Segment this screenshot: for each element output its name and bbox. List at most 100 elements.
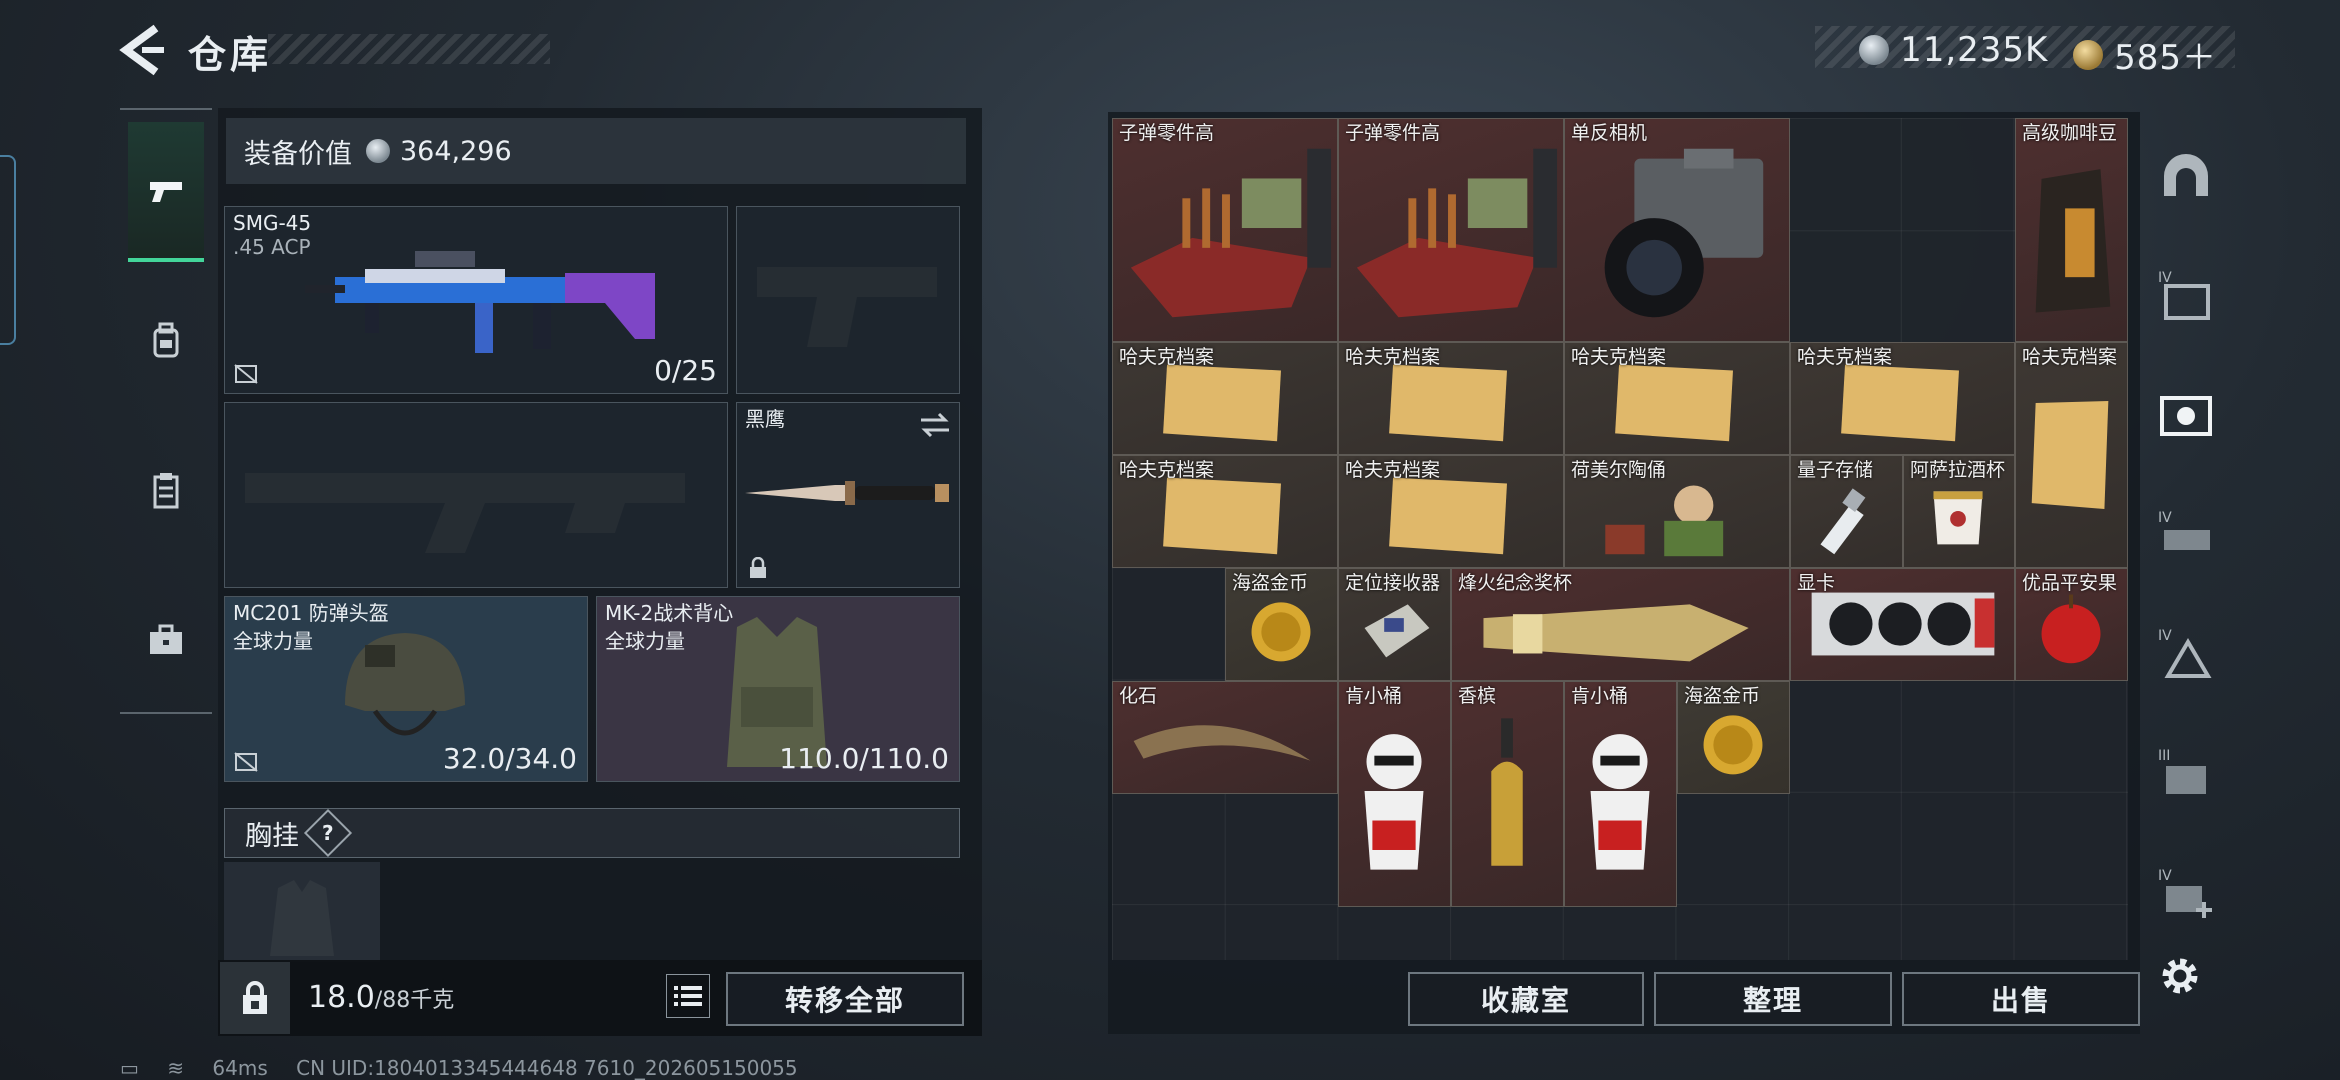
folder-iv-icon[interactable]: IV [2154, 264, 2218, 328]
helmet-slot[interactable]: MC201 防弹头盔 全球力量 32.0/34.0 [224, 596, 588, 782]
tab-case[interactable] [128, 570, 204, 710]
primary-weapon-slot[interactable]: SMG-45 .45 ACP 0/25 [224, 206, 728, 394]
item-label: 哈夫克档案 [1797, 346, 1893, 368]
melee-slot[interactable]: 黑鹰 [736, 402, 960, 588]
secondary-weapon-slot[interactable] [224, 402, 728, 588]
item-label: 阿萨拉酒杯 [1910, 459, 2006, 481]
tab-armor[interactable] [128, 270, 204, 410]
sort-button[interactable]: 整理 [1654, 972, 1892, 1026]
transfer-all-button[interactable]: 转移全部 [726, 972, 964, 1026]
item-label: 子弹零件高 [1119, 122, 1215, 144]
box-iii-icon[interactable]: III [2154, 742, 2218, 806]
storage-item[interactable]: 子弹零件高 [1112, 118, 1338, 342]
storage-item[interactable]: 哈夫克档案 [1338, 342, 1564, 455]
storage-item[interactable]: 哈夫克档案 [1112, 342, 1338, 455]
side-drawer-handle[interactable] [0, 155, 16, 345]
lock-icon [750, 557, 766, 578]
storage-item[interactable]: 哈夫克档案 [1564, 342, 1790, 455]
storage-item[interactable]: 显卡 [1790, 568, 2015, 681]
gold-coin-icon [2073, 39, 2103, 70]
storage-item[interactable]: 哈夫克档案 [2015, 342, 2128, 568]
pistol-placeholder-icon [757, 267, 937, 347]
settings-gear-icon[interactable] [2156, 952, 2204, 1000]
item-label: 子弹零件高 [1345, 122, 1441, 144]
storage-item[interactable]: 哈夫克档案 [1790, 342, 2015, 455]
gold-currency-button[interactable]: 585＋ [2073, 30, 2217, 79]
storage-item[interactable]: 量子存储 [1790, 455, 1903, 568]
document-folder-image [2031, 400, 2109, 510]
weapon-ammo-count: 0/25 [654, 354, 717, 387]
item-label: 肯小桶 [1571, 685, 1629, 707]
storage-item[interactable]: 烽火纪念奖杯 [1451, 568, 1790, 681]
chest-rig-slot[interactable] [224, 862, 380, 962]
helmet-brand: 全球力量 [233, 629, 313, 653]
back-arrow-icon [119, 24, 164, 76]
arch-icon[interactable] [2154, 146, 2218, 210]
storage-item[interactable]: 荷美尔陶俑 [1564, 455, 1790, 568]
item-label: 定位接收器 [1345, 572, 1441, 594]
vest-brand: 全球力量 [605, 629, 685, 653]
item-label: 香槟 [1458, 685, 1497, 707]
tab-rig[interactable] [128, 420, 204, 560]
tab-weapons[interactable] [128, 122, 204, 262]
collection-room-button[interactable]: 收藏室 [1408, 972, 1644, 1026]
item-label: 哈夫克档案 [1345, 346, 1441, 368]
storage-item[interactable]: 哈夫克档案 [1338, 455, 1564, 568]
vest-name: MK-2战术背心 [605, 601, 734, 625]
svg-text:IV: IV [2158, 510, 2172, 526]
storage-item[interactable]: 阿萨拉酒杯 [1903, 455, 2015, 568]
warning-iv-icon[interactable]: IV [2154, 622, 2218, 686]
storage-item[interactable]: 香槟 [1451, 681, 1564, 907]
silver-currency: 11,235K [1900, 30, 2049, 70]
storage-item[interactable]: 哈夫克档案 [1112, 455, 1338, 568]
melee-name: 黑鹰 [745, 407, 785, 431]
storage-item[interactable]: 子弹零件高 [1338, 118, 1564, 342]
item-label: 化石 [1119, 685, 1158, 707]
vest-slot[interactable]: MK-2战术背心 全球力量 110.0/110.0 [596, 596, 960, 782]
briefcase-icon [150, 624, 182, 654]
weapon-ammo-type: .45 ACP [233, 235, 311, 259]
storage-item[interactable]: 化石 [1112, 681, 1338, 794]
item-label: 哈夫克档案 [1345, 459, 1441, 481]
item-label: 哈夫克档案 [1571, 346, 1667, 368]
pistol-slot[interactable] [736, 206, 960, 394]
title-decoration [268, 34, 550, 64]
currency-bar: 11,235K 585＋ [1815, 26, 2235, 78]
storage-item[interactable]: 优品平安果 [2015, 568, 2128, 681]
list-view-button[interactable] [666, 974, 710, 1018]
swap-icon[interactable] [919, 411, 951, 439]
storage-tab-rail: IV IV IV III IV [2146, 118, 2226, 960]
storage-item[interactable]: 海盗金币 [1225, 568, 1338, 681]
backpack-icon [153, 322, 179, 358]
medkit-iv-icon[interactable]: IV [2154, 862, 2218, 926]
camera-image [1604, 148, 1764, 318]
bucket-figure-image [1364, 734, 1424, 870]
item-label: 量子存储 [1797, 459, 1874, 481]
page-title: 仓库 [188, 33, 273, 77]
storage-item[interactable]: 肯小桶 [1338, 681, 1451, 907]
help-icon[interactable]: ? [303, 808, 353, 858]
svg-text:IV: IV [2158, 628, 2172, 644]
item-label: 优品平安果 [2022, 572, 2118, 594]
camera-box-icon[interactable] [2154, 384, 2218, 448]
svg-text:IV: IV [2158, 868, 2172, 884]
bag-lock-button[interactable] [220, 962, 290, 1034]
item-label: 烽火纪念奖杯 [1458, 572, 1573, 594]
sell-button[interactable]: 出售 [1902, 972, 2140, 1026]
storage-item[interactable]: 单反相机 [1564, 118, 1790, 342]
silver-coin-icon [1859, 35, 1889, 65]
vehicle-iv-icon[interactable]: IV [2154, 504, 2218, 568]
storage-item[interactable]: 高级咖啡豆 [2015, 118, 2128, 342]
item-label: 哈夫克档案 [1119, 459, 1215, 481]
storage-item[interactable]: 定位接收器 [1338, 568, 1451, 681]
item-label: 海盗金币 [1232, 572, 1309, 594]
storage-item[interactable]: 海盗金币 [1677, 681, 1790, 794]
weapon-name: SMG-45 [233, 211, 312, 235]
storage-item[interactable]: 肯小桶 [1564, 681, 1677, 907]
item-label: 肯小桶 [1345, 685, 1403, 707]
lock-icon [243, 981, 267, 1014]
item-label: 哈夫克档案 [1119, 346, 1215, 368]
no-insurance-icon [234, 364, 258, 384]
champagne-bottle-image [1491, 718, 1523, 866]
back-button[interactable] [118, 22, 168, 78]
